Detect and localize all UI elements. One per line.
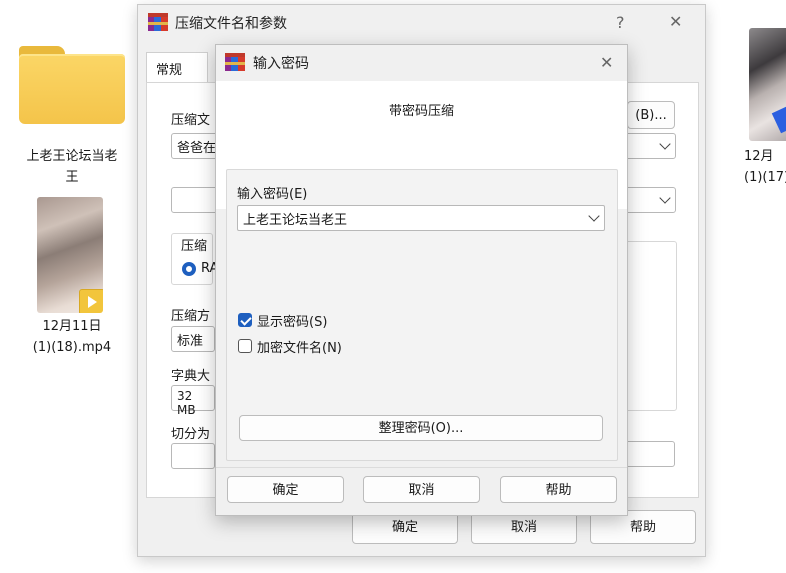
- winrar-app-icon: [148, 13, 168, 33]
- password-label: 输入密码(E): [237, 187, 308, 202]
- format-radio[interactable]: [182, 262, 196, 276]
- cancel-button-label: 取消: [510, 520, 537, 535]
- dialog-heading: 带密码压缩: [388, 104, 454, 119]
- archive-name-value: 爸爸在: [177, 141, 217, 156]
- help-button-label: 帮助: [629, 520, 656, 535]
- tab-general-label[interactable]: 常规: [156, 59, 182, 78]
- video-file-right-label[interactable]: 12月 (1)(17): [730, 146, 786, 188]
- method-label: 压缩方: [171, 309, 211, 324]
- dialog-help-label: 帮助: [545, 483, 572, 498]
- split-select[interactable]: [171, 443, 215, 469]
- close-icon[interactable]: ✕: [669, 12, 682, 31]
- blue-overlay-icon: [771, 100, 786, 134]
- footer-divider: [216, 467, 627, 468]
- method-value: 标准: [177, 334, 204, 349]
- chevron-down-icon[interactable]: [659, 138, 671, 150]
- archive-window-titlebar[interactable]: 压缩文件名和参数 ? ✕: [138, 5, 705, 41]
- chevron-down-icon[interactable]: [588, 210, 600, 222]
- winrar-app-icon: [225, 53, 245, 73]
- method-select[interactable]: 标准: [171, 326, 215, 352]
- password-dialog-title: 输入密码: [253, 56, 309, 72]
- encrypt-filenames-checkbox[interactable]: [238, 339, 252, 353]
- help-icon[interactable]: ?: [616, 13, 625, 32]
- chevron-down-icon[interactable]: [659, 192, 671, 204]
- dict-size-select[interactable]: 32 MB: [171, 385, 215, 417]
- video-thumbnail-right-icon[interactable]: [749, 28, 786, 141]
- split-label: 切分为: [171, 427, 211, 442]
- browse-button-label: (B)...: [635, 108, 667, 123]
- player-badge-icon: [79, 289, 103, 313]
- archive-window-title: 压缩文件名和参数: [175, 16, 287, 32]
- organize-passwords-button[interactable]: 整理密码(O)...: [239, 415, 603, 441]
- dict-size-value: 32 MB: [177, 389, 196, 417]
- format-group-label: 压缩: [181, 239, 208, 254]
- dialog-ok-label: 确定: [272, 483, 299, 498]
- video-thumbnail-icon[interactable]: [37, 197, 103, 313]
- show-password-checkbox[interactable]: [238, 313, 252, 327]
- show-password-label[interactable]: 显示密码(S): [257, 311, 327, 330]
- dialog-cancel-label: 取消: [408, 483, 435, 498]
- archive-name-label: 压缩文: [171, 113, 211, 128]
- folder-label[interactable]: 上老王论坛当老 王: [10, 146, 134, 188]
- browse-button[interactable]: (B)...: [627, 101, 675, 129]
- dialog-ok-button[interactable]: 确定: [227, 476, 344, 503]
- password-input[interactable]: 上老王论坛当老王: [237, 205, 605, 231]
- video-file-label[interactable]: 12月11日 (1)(18).mp4: [14, 316, 130, 358]
- close-icon[interactable]: ✕: [600, 53, 613, 72]
- password-dialog-titlebar[interactable]: 输入密码 ✕: [216, 45, 627, 81]
- password-value: 上老王论坛当老王: [243, 213, 348, 228]
- encrypt-filenames-label[interactable]: 加密文件名(N): [257, 337, 342, 356]
- dialog-help-button[interactable]: 帮助: [500, 476, 617, 503]
- dict-size-label: 字典大: [171, 369, 211, 384]
- organize-passwords-label: 整理密码(O)...: [378, 421, 464, 436]
- ok-button-label: 确定: [391, 520, 418, 535]
- dialog-cancel-button[interactable]: 取消: [363, 476, 480, 503]
- password-dialog: 输入密码 ✕ 带密码压缩 输入密码(E) 上老王论坛当老王 显示密码(S) 加密…: [215, 44, 628, 516]
